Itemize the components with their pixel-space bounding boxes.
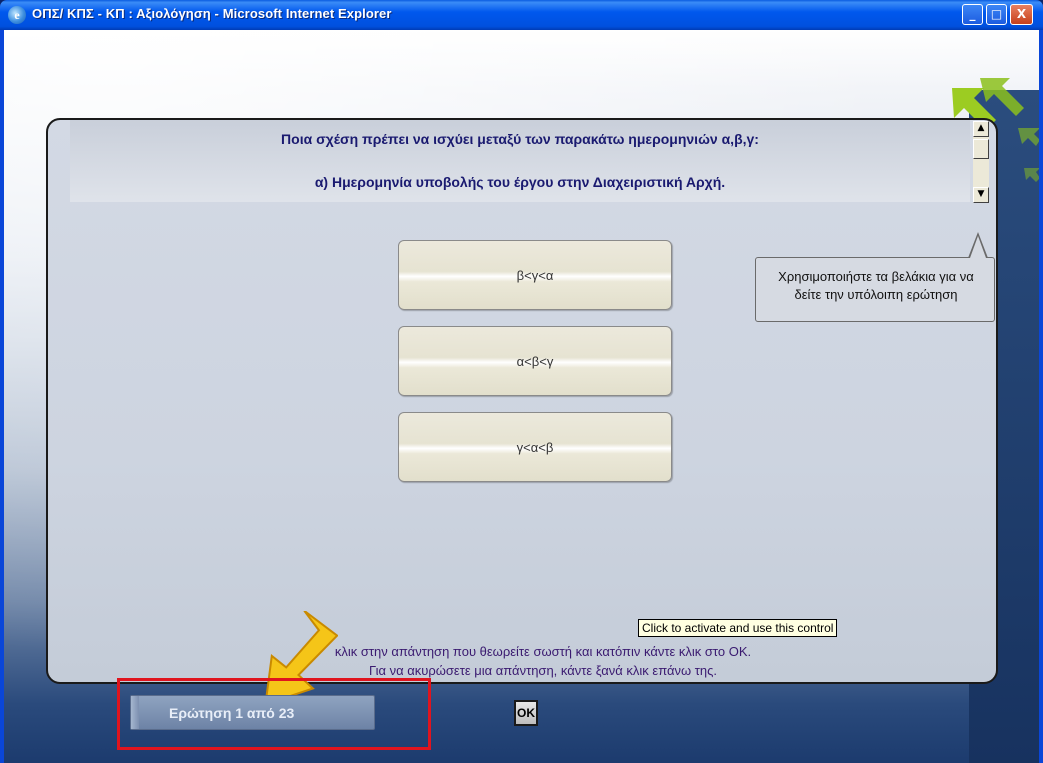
question-line-2: α) Ημερομηνία υποβολής του έργου στην Δι… — [314, 174, 726, 190]
question-scrollbar[interactable]: ▲ ▼ — [973, 121, 989, 203]
scroll-down-button[interactable]: ▼ — [973, 187, 989, 203]
hint-bubble-tail-inner — [970, 236, 986, 258]
hint-bubble: Χρησιμοποιήστε τα βελάκια για να δείτε τ… — [755, 257, 995, 322]
answer-option-2[interactable]: α<β<γ — [398, 326, 672, 396]
instruction-line-1: κλικ στην απάντηση που θεωρείτε σωστή κα… — [334, 644, 752, 659]
title-bar: e ΟΠΣ/ ΚΠΣ - ΚΠ : Αξιολόγηση - Microsoft… — [0, 0, 1043, 30]
answer-option-3[interactable]: γ<α<β — [398, 412, 672, 482]
scroll-thumb[interactable] — [973, 139, 989, 159]
window-frame-right — [1039, 30, 1043, 763]
page-content: Ποια σχέση πρέπει να ισχύει μεταξύ των π… — [4, 30, 1039, 763]
ie-icon: e — [8, 6, 26, 24]
close-button[interactable]: X — [1010, 4, 1033, 25]
instruction-line-2: Για να ακυρώσετε μια απάντηση, κάντε ξαν… — [368, 663, 718, 678]
minimize-button[interactable]: _ — [962, 4, 983, 25]
question-line-1: Ποια σχέση πρέπει να ισχύει μεταξύ των π… — [281, 131, 759, 147]
question-text-area[interactable]: Ποια σχέση πρέπει να ισχύει μεταξύ των π… — [70, 120, 970, 202]
activate-control-tooltip: Click to activate and use this control — [638, 619, 838, 637]
answer-option-1[interactable]: β<γ<α — [398, 240, 672, 310]
window-title: ΟΠΣ/ ΚΠΣ - ΚΠ : Αξιολόγηση - Microsoft I… — [32, 6, 392, 21]
question-counter: Ερώτηση 1 από 23 — [130, 695, 375, 730]
maximize-button[interactable]: □ — [986, 4, 1007, 25]
question-counter-label: Ερώτηση 1 από 23 — [169, 704, 295, 721]
question-panel: Ποια σχέση πρέπει να ισχύει μεταξύ των π… — [46, 118, 998, 684]
counter-stripe — [131, 696, 139, 729]
ok-button[interactable]: OK — [514, 700, 538, 726]
scroll-up-button[interactable]: ▲ — [973, 121, 989, 137]
